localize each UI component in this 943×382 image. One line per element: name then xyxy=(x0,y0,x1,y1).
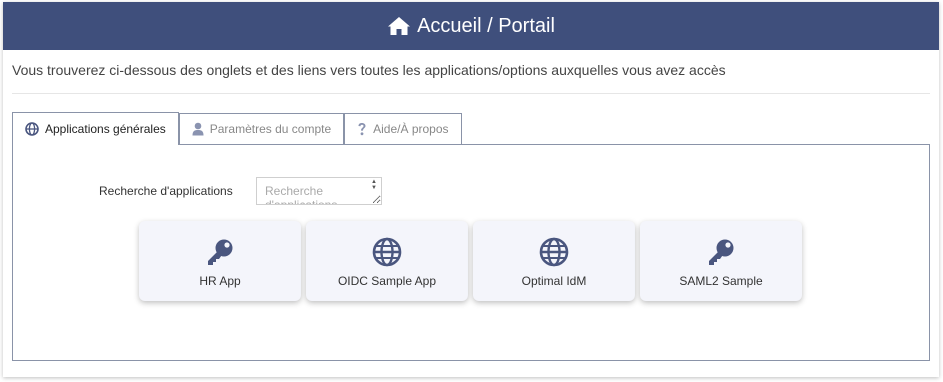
home-icon xyxy=(387,16,411,36)
tab-panel: Recherche d'applications ▲▼ HR App xyxy=(12,144,930,361)
search-input[interactable] xyxy=(256,177,382,205)
app-card-label: SAML2 Sample xyxy=(679,274,763,288)
question-icon xyxy=(357,122,367,136)
key-icon xyxy=(205,236,235,268)
globe-icon xyxy=(539,236,569,268)
user-icon xyxy=(192,122,204,136)
tab-label: Paramètres du compte xyxy=(209,122,332,136)
app-cards: HR App OIDC Sample App Optimal IdM SAML2… xyxy=(139,221,802,301)
tab-applications-generales[interactable]: Applications générales xyxy=(12,112,179,145)
app-card-label: Optimal IdM xyxy=(521,274,587,288)
spinner-arrows-icon: ▲ ▼ xyxy=(371,179,377,191)
app-card-oidc-sample-app[interactable]: OIDC Sample App xyxy=(306,221,468,301)
app-card-label: OIDC Sample App xyxy=(337,274,437,288)
key-icon xyxy=(706,236,736,268)
search-label: Recherche d'applications xyxy=(99,184,233,198)
portal-frame: Accueil / Portail Vous trouverez ci-dess… xyxy=(3,2,939,377)
app-card-optimal-idm[interactable]: Optimal IdM xyxy=(473,221,635,301)
globe-icon xyxy=(25,122,39,136)
page-header: Accueil / Portail xyxy=(3,2,939,50)
tab-label: Applications générales xyxy=(45,122,166,136)
app-card-label: HR App xyxy=(199,274,241,288)
tab-label: Aide/À propos xyxy=(373,122,449,136)
app-card-saml2-sample[interactable]: SAML2 Sample xyxy=(640,221,802,301)
tab-parametres-du-compte[interactable]: Paramètres du compte xyxy=(178,113,345,144)
tab-aide-a-propos[interactable]: Aide/À propos xyxy=(344,113,462,144)
divider xyxy=(12,93,930,94)
tab-bar: Applications générales Paramètres du com… xyxy=(12,112,930,145)
page-title: Accueil / Portail xyxy=(417,14,555,37)
app-card-hr-app[interactable]: HR App xyxy=(139,221,301,301)
intro-text: Vous trouverez ci-dessous des onglets et… xyxy=(12,62,726,78)
globe-icon xyxy=(372,236,402,268)
